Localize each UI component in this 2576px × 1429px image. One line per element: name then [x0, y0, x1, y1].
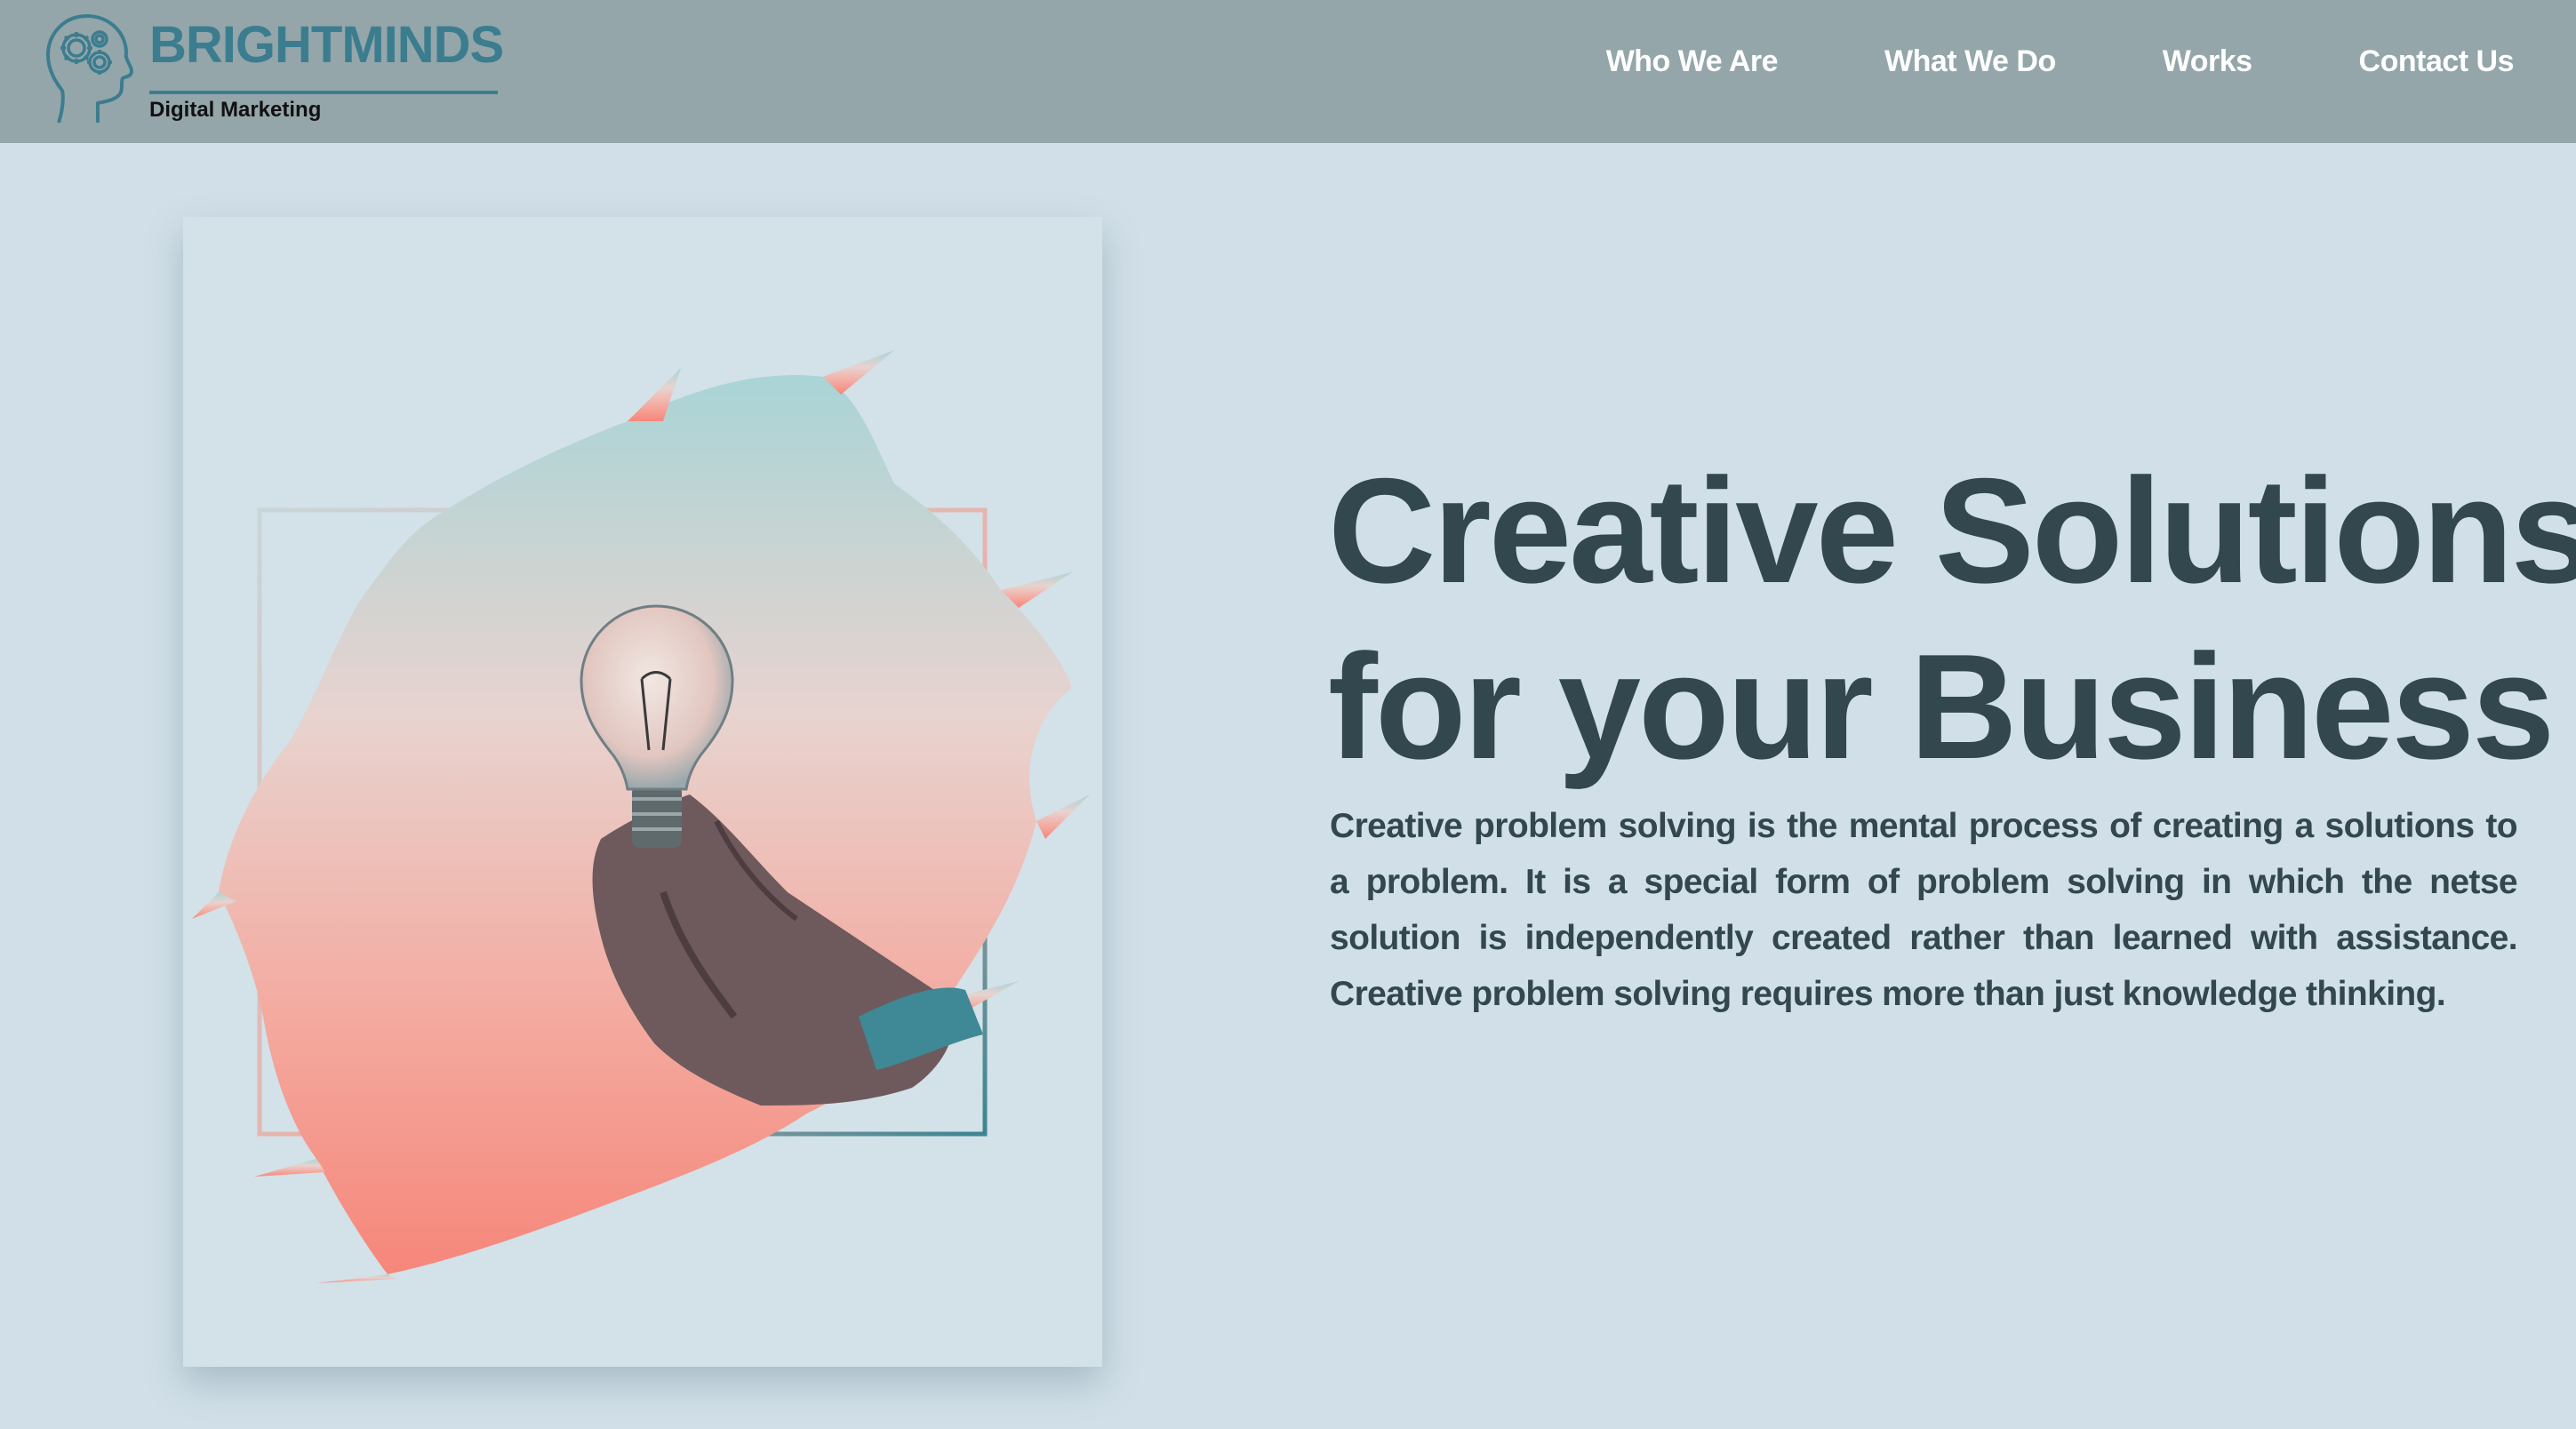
- hero-headline-line2: for your Business: [1328, 623, 2555, 790]
- head-gears-icon: [46, 14, 133, 124]
- brand-logo[interactable]: BRIGHTMINDS Digital Marketing: [44, 12, 504, 128]
- hero-headline: Creative Solutions for your Business: [1328, 443, 2576, 794]
- lightbulb-in-hand-icon: [192, 350, 1090, 1283]
- site-header: BRIGHTMINDS Digital Marketing Who We Are…: [0, 0, 2576, 143]
- nav-contact-us[interactable]: Contact Us: [2359, 44, 2515, 79]
- brand-divider: [149, 91, 498, 94]
- hero-headline-line1: Creative Solutions: [1328, 447, 2576, 614]
- brand-name: BRIGHTMINDS: [149, 16, 504, 74]
- hero-description: Creative problem solving is the mental p…: [1330, 807, 2518, 1013]
- nav-works[interactable]: Works: [2163, 44, 2252, 79]
- brand-tagline: Digital Marketing: [149, 98, 322, 122]
- hero-image-card: [183, 217, 1102, 1367]
- nav-who-we-are[interactable]: Who We Are: [1606, 44, 1779, 79]
- nav-what-we-do[interactable]: What We Do: [1884, 44, 2056, 79]
- main-nav: Who We Are What We Do Works Contact Us: [1606, 44, 2515, 79]
